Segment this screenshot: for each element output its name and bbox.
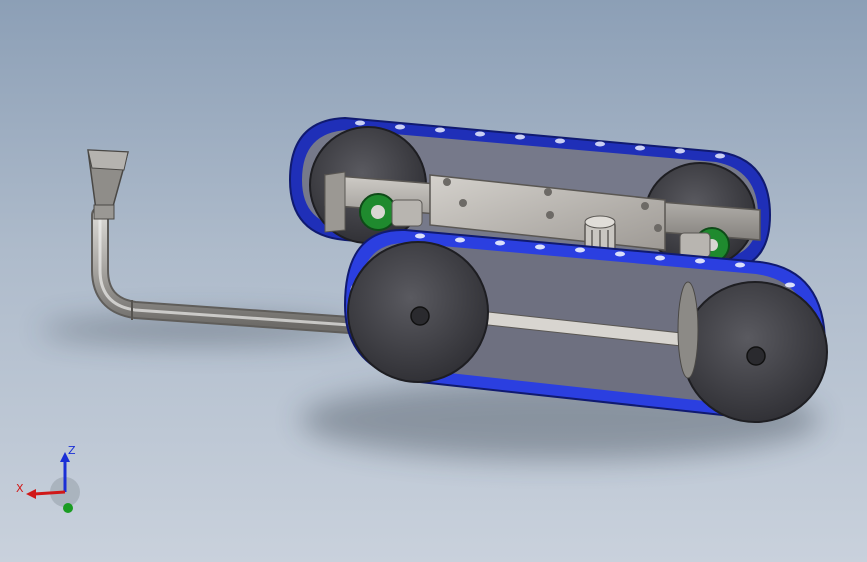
x-axis-arrow-icon xyxy=(26,489,36,499)
y-axis-icon xyxy=(63,503,73,513)
x-axis-label: X xyxy=(16,482,24,495)
drive-sprocket-right xyxy=(677,281,699,379)
probe-nozzle[interactable] xyxy=(87,149,129,220)
z-axis-label: Z xyxy=(68,444,76,457)
front-wheel-left[interactable] xyxy=(347,241,489,383)
x-axis xyxy=(33,490,66,496)
probe-pipe[interactable] xyxy=(91,206,359,334)
orientation-triad[interactable]: Z X xyxy=(10,440,90,520)
crawler-robot-model[interactable] xyxy=(0,0,867,562)
3d-viewport[interactable]: Z X xyxy=(0,0,867,562)
front-wheel-right[interactable] xyxy=(682,281,828,423)
